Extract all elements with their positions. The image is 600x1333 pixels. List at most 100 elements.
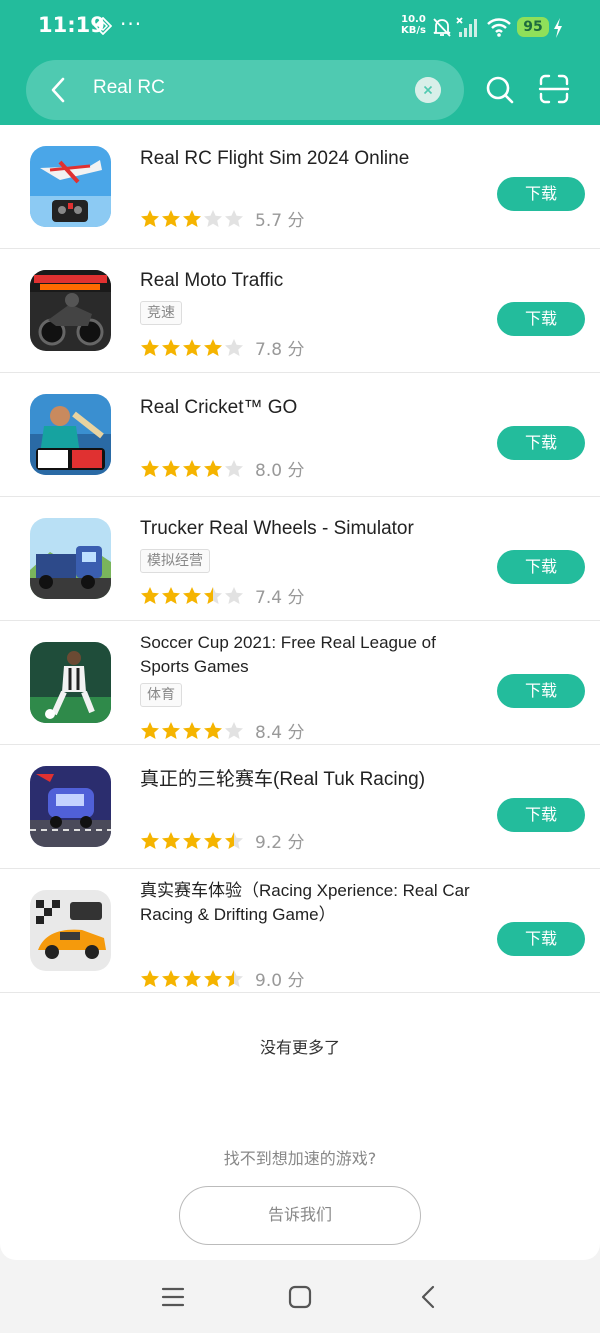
- moto-traffic-icon: [30, 270, 111, 351]
- star-rating: [140, 208, 245, 227]
- signal-icon: [456, 17, 477, 37]
- score: 9.0 分: [255, 971, 305, 991]
- rating: 7.8 分: [140, 335, 305, 360]
- star-full-icon: [162, 722, 180, 739]
- cant-find-text: 找不到想加速的游戏?: [223, 1149, 377, 1168]
- star-empty-icon: [225, 722, 243, 739]
- app-title: Trucker Real Wheels - Simulator: [140, 518, 414, 539]
- star-rating: [140, 585, 245, 604]
- star-rating: [140, 830, 245, 849]
- net-speed: 10.0 KB/s: [401, 14, 426, 36]
- star-full-icon: [183, 722, 201, 739]
- search-icon[interactable]: [484, 74, 516, 106]
- results-list: Real RC Flight Sim 2024 Online 5.7 分 下载 …: [0, 125, 600, 1260]
- status-bar: 11:19 ··· 10.0 KB/s 95: [0, 0, 600, 56]
- star-full-icon: [204, 970, 222, 987]
- cricket-icon: [30, 394, 111, 475]
- star-full-icon: [162, 339, 180, 356]
- list-item[interactable]: 真正的三轮赛车(Real Tuk Racing) 9.2 分 下载: [0, 745, 600, 869]
- tell-us-button[interactable]: 告诉我们: [179, 1186, 421, 1245]
- star-full-icon: [204, 722, 222, 739]
- score: 9.2 分: [255, 833, 305, 853]
- score: 5.7 分: [255, 211, 305, 231]
- star-half-icon: [204, 587, 222, 604]
- rating: 8.0 分: [140, 456, 305, 481]
- star-full-icon: [183, 339, 201, 356]
- header: 11:19 ··· 10.0 KB/s 95 Real RC: [0, 0, 600, 125]
- star-empty-icon: [225, 339, 243, 356]
- rating: 9.0 分: [140, 966, 305, 991]
- mute-bell-icon: [433, 18, 451, 37]
- star-empty-icon: [204, 210, 222, 227]
- clear-icon[interactable]: [415, 77, 441, 103]
- score: 8.0 分: [255, 461, 305, 481]
- battery-icon: 95: [517, 17, 549, 37]
- no-more-text: 没有更多了: [259, 1038, 340, 1057]
- star-full-icon: [141, 970, 159, 987]
- download-button[interactable]: 下载: [497, 426, 585, 460]
- nav-back-icon[interactable]: [416, 1284, 442, 1310]
- list-item[interactable]: Real RC Flight Sim 2024 Online 5.7 分 下载: [0, 125, 600, 249]
- system-nav-bar: [0, 1260, 600, 1333]
- star-full-icon: [162, 210, 180, 227]
- wifi-icon: [487, 18, 511, 37]
- star-full-icon: [204, 832, 222, 849]
- list-item[interactable]: Real Cricket™ GO 8.0 分 下载: [0, 373, 600, 497]
- list-item[interactable]: Real Moto Traffic 竞速 7.8 分 下载: [0, 249, 600, 373]
- app-title: 真实赛车体验（Racing Xperience: Real Car Racing…: [140, 881, 470, 924]
- star-full-icon: [162, 587, 180, 604]
- star-full-icon: [141, 722, 159, 739]
- score: 8.4 分: [255, 723, 305, 743]
- category-tag: 体育: [140, 683, 182, 707]
- download-button[interactable]: 下载: [497, 922, 585, 956]
- rating: 5.7 分: [140, 206, 305, 231]
- rating: 8.4 分: [140, 718, 305, 743]
- star-full-icon: [141, 460, 159, 477]
- truck-icon: [30, 518, 111, 599]
- menu-icon[interactable]: [160, 1284, 186, 1310]
- star-rating: [140, 720, 245, 739]
- download-button[interactable]: 下载: [497, 550, 585, 584]
- more-dots-icon: ···: [120, 12, 143, 36]
- star-full-icon: [141, 339, 159, 356]
- star-full-icon: [162, 970, 180, 987]
- star-full-icon: [204, 460, 222, 477]
- back-arrow-icon[interactable]: [46, 76, 72, 104]
- app-title: Soccer Cup 2021: Free Real League of Spo…: [140, 633, 436, 676]
- star-full-icon: [183, 210, 201, 227]
- list-item[interactable]: Trucker Real Wheels - Simulator 模拟经营 7.4…: [0, 497, 600, 621]
- star-empty-icon: [225, 587, 243, 604]
- download-button[interactable]: 下载: [497, 798, 585, 832]
- app-title: Real Cricket™ GO: [140, 397, 298, 418]
- star-full-icon: [183, 587, 201, 604]
- racing-car-icon: [30, 890, 111, 971]
- star-half-icon: [225, 970, 243, 987]
- soccer-icon: [30, 642, 111, 723]
- app-title: Real RC Flight Sim 2024 Online: [140, 148, 410, 169]
- star-full-icon: [162, 832, 180, 849]
- download-button[interactable]: 下载: [497, 177, 585, 211]
- star-empty-icon: [225, 210, 243, 227]
- star-full-icon: [183, 460, 201, 477]
- star-full-icon: [141, 587, 159, 604]
- star-rating: [140, 968, 245, 987]
- download-button[interactable]: 下载: [497, 302, 585, 336]
- list-item[interactable]: Soccer Cup 2021: Free Real League of Spo…: [0, 621, 600, 745]
- list-item[interactable]: 真实赛车体验（Racing Xperience: Real Car Racing…: [0, 869, 600, 993]
- star-full-icon: [183, 832, 201, 849]
- download-button[interactable]: 下载: [497, 674, 585, 708]
- home-icon[interactable]: [287, 1284, 313, 1310]
- star-half-icon: [225, 832, 243, 849]
- app-title: Real Moto Traffic: [140, 270, 284, 291]
- star-empty-icon: [225, 460, 243, 477]
- rc-plane-icon: [30, 146, 111, 227]
- star-full-icon: [162, 460, 180, 477]
- star-full-icon: [141, 832, 159, 849]
- rating: 9.2 分: [140, 828, 305, 853]
- diamond-icon: [94, 17, 112, 35]
- tuk-racing-icon: [30, 766, 111, 847]
- search-input[interactable]: Real RC: [93, 77, 165, 99]
- scan-icon[interactable]: [538, 73, 570, 105]
- search-bar[interactable]: Real RC: [26, 60, 464, 120]
- score: 7.8 分: [255, 340, 305, 360]
